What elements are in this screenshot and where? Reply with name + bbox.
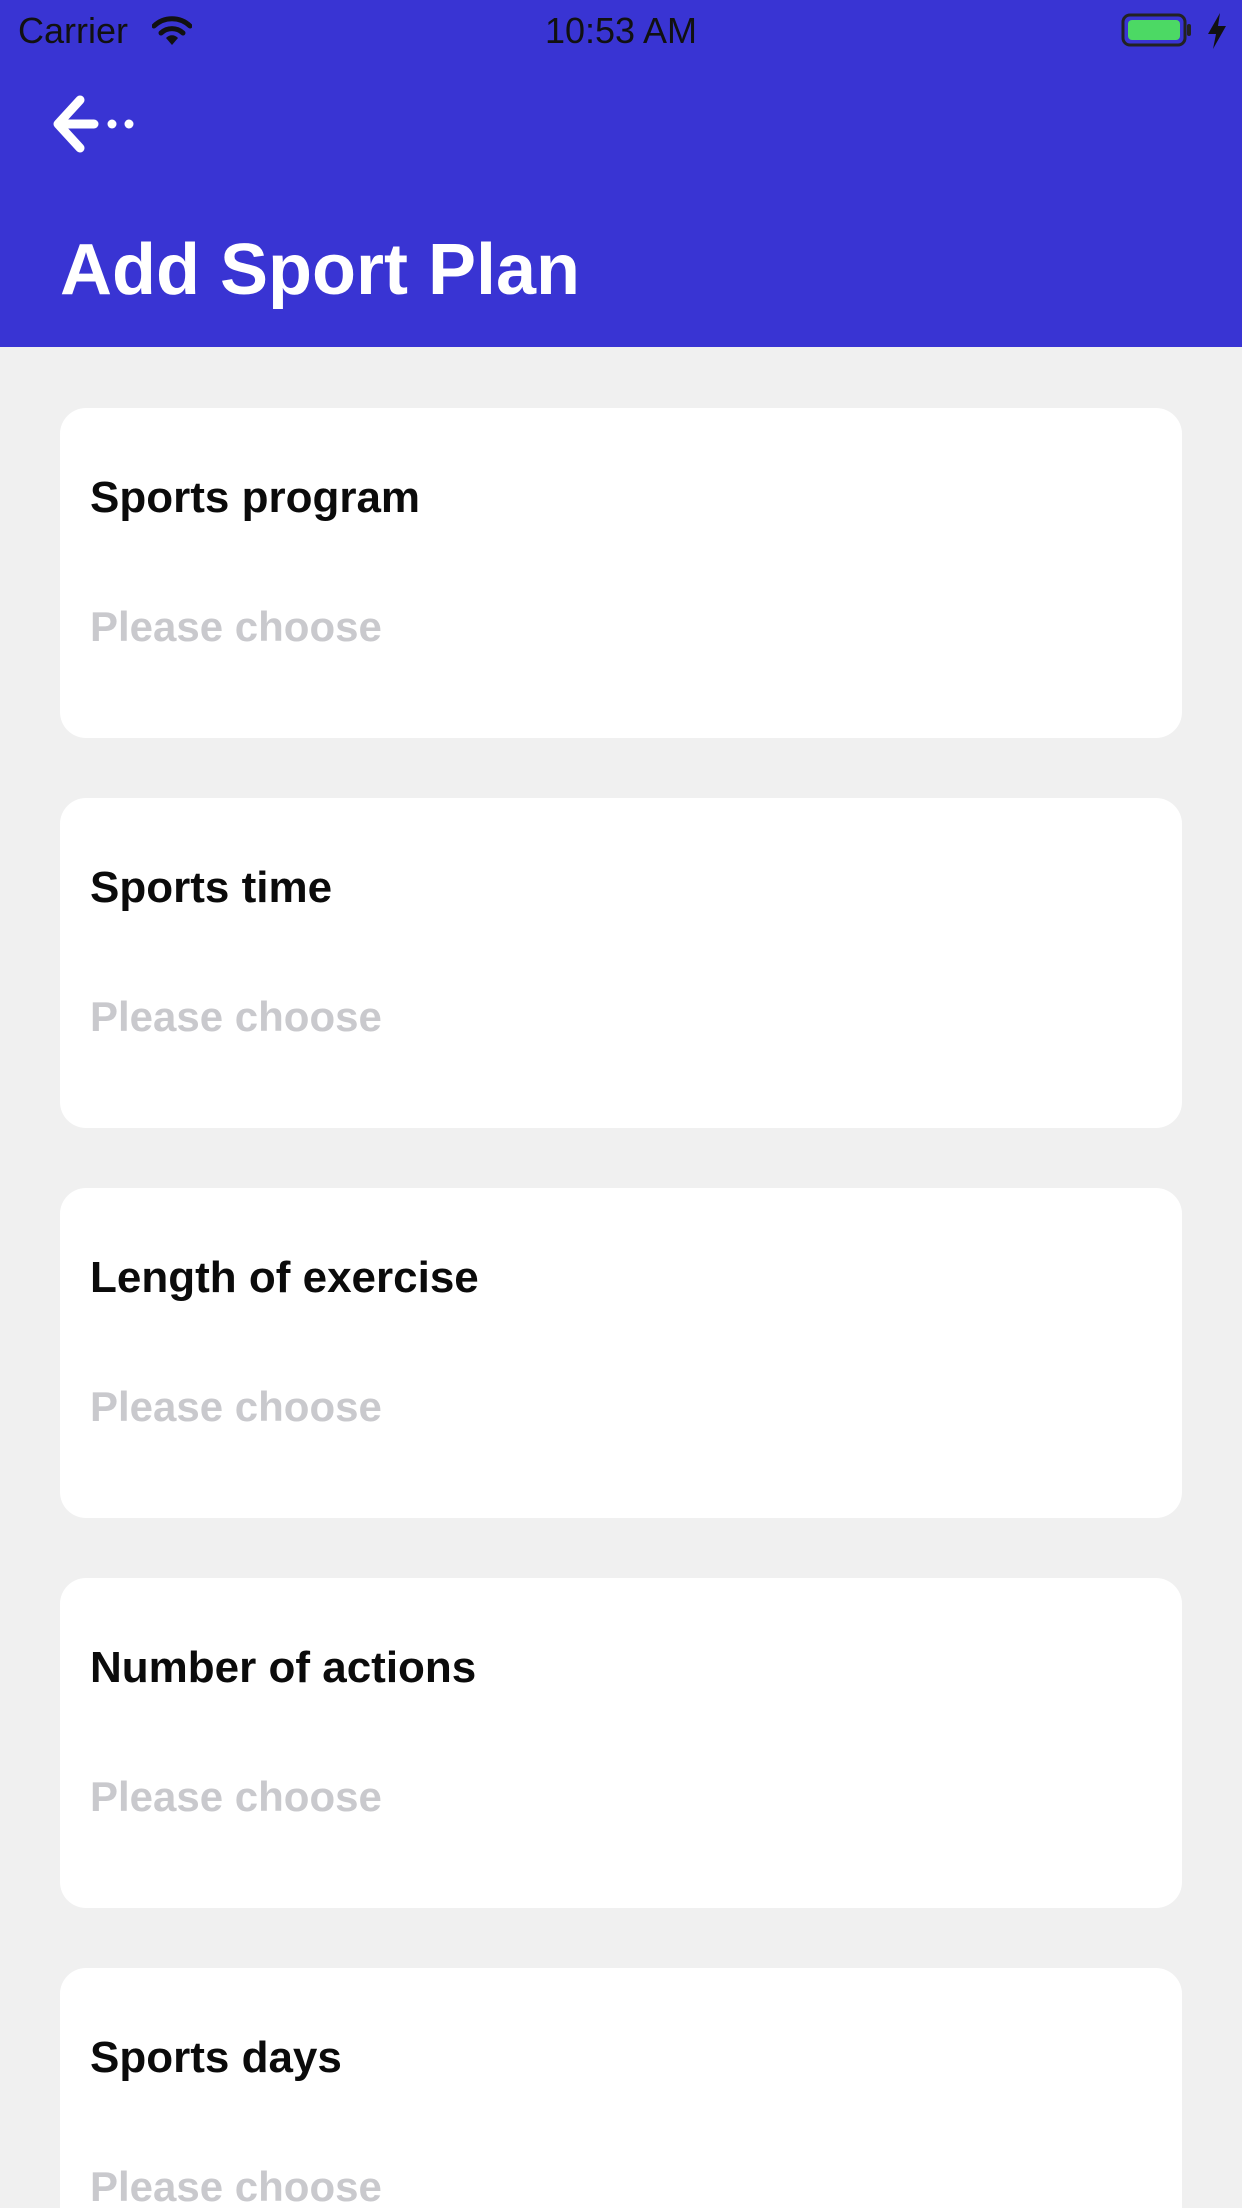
back-arrow-icon[interactable] <box>50 92 142 156</box>
status-bar: Carrier 10:53 AM <box>0 0 1242 62</box>
field-label: Sports days <box>90 2033 342 2082</box>
field-label: Sports time <box>90 863 333 912</box>
field-placeholder: Please choose <box>90 603 382 650</box>
status-time: 10:53 AM <box>544 10 698 51</box>
field-label: Number of actions <box>90 1643 477 1692</box>
page-title: Add Sport Plan <box>60 230 580 310</box>
form-content: Sports program Please choose Sports time… <box>0 347 1242 2208</box>
sports-program-field[interactable]: Sports program Please choose <box>60 408 1182 738</box>
length-of-exercise-field[interactable]: Length of exercise Please choose <box>60 1188 1182 1518</box>
field-placeholder: Please choose <box>90 1383 382 1430</box>
sports-days-field[interactable]: Sports days Please choose <box>60 1968 1182 2208</box>
field-placeholder: Please choose <box>90 2163 382 2208</box>
field-placeholder: Please choose <box>90 993 382 1040</box>
charging-icon <box>1208 13 1226 49</box>
app-header: Carrier 10:53 AM Add Sport Plan <box>0 0 1242 347</box>
sports-time-field[interactable]: Sports time Please choose <box>60 798 1182 1128</box>
battery-icon <box>1121 13 1191 47</box>
number-of-actions-field[interactable]: Number of actions Please choose <box>60 1578 1182 1908</box>
field-label: Sports program <box>90 473 421 522</box>
field-label: Length of exercise <box>90 1253 479 1302</box>
field-placeholder: Please choose <box>90 1773 382 1820</box>
